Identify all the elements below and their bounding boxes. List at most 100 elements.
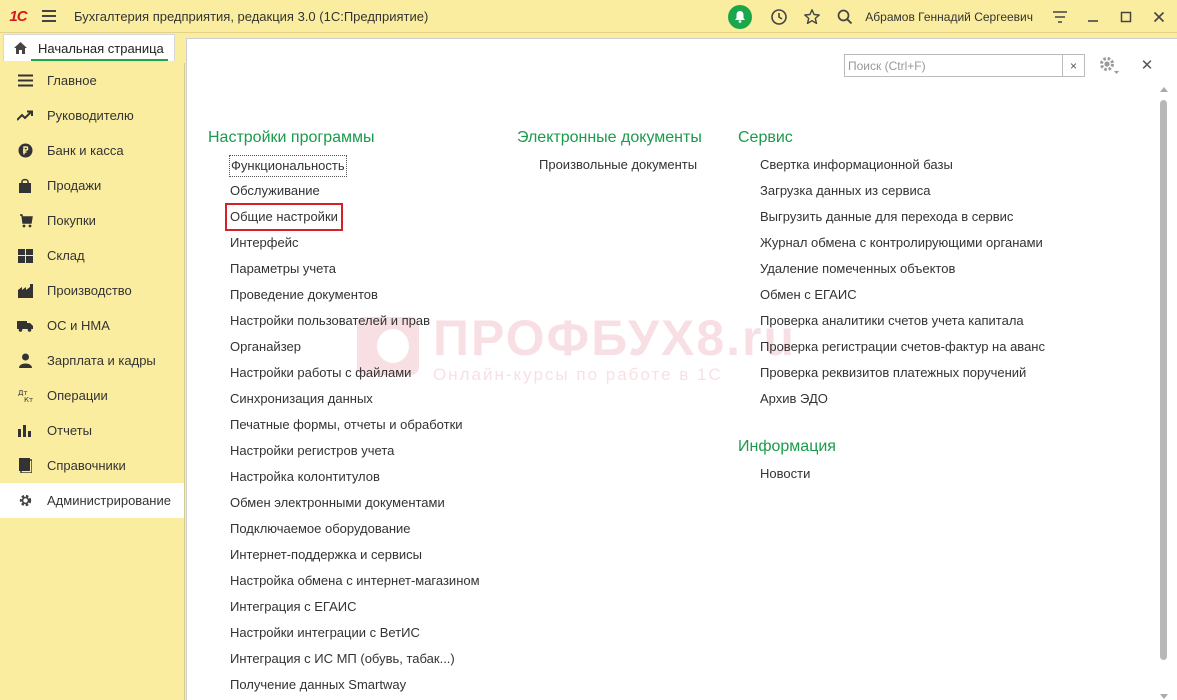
link-settings-14[interactable]: Подключаемое оборудование [208, 519, 481, 545]
link-label: Загрузка данных из сервиса [760, 183, 931, 198]
link-service-8[interactable]: Проверка реквизитов платежных поручений [738, 363, 1046, 389]
sidebar-item-administration[interactable]: Администрирование [0, 483, 184, 518]
sidebar-item-main[interactable]: Главное [0, 63, 184, 98]
link-info-0[interactable]: Новости [738, 464, 1046, 490]
link-settings-7[interactable]: Органайзер [208, 337, 481, 363]
link-settings-6[interactable]: Настройки пользователей и прав [208, 311, 481, 337]
sidebar-item-purchases[interactable]: Покупки [0, 203, 184, 238]
sidebar-item-director[interactable]: Руководителю [0, 98, 184, 133]
sidebar-item-label: Производство [47, 283, 132, 298]
vertical-scrollbar[interactable] [1157, 87, 1170, 699]
close-panel-icon[interactable]: ✕ [1138, 56, 1156, 74]
link-label: Проведение документов [230, 287, 378, 302]
link-service-6[interactable]: Проверка аналитики счетов учета капитала [738, 311, 1046, 337]
sidebar-item-bank[interactable]: Банк и касса [0, 133, 184, 168]
main-menu-button[interactable] [36, 0, 62, 33]
link-edocs-0[interactable]: Произвольные документы [517, 155, 702, 181]
settings-menu-icon[interactable] [1043, 0, 1076, 33]
link-settings-19[interactable]: Интеграция с ИС МП (обувь, табак...) [208, 649, 481, 675]
link-label: Органайзер [230, 339, 301, 354]
link-settings-17[interactable]: Интеграция с ЕГАИС [208, 597, 481, 623]
link-settings-16[interactable]: Настройка обмена с интернет-магазином [208, 571, 481, 597]
link-label: Проверка аналитики счетов учета капитала [760, 313, 1024, 328]
tab-home[interactable]: Начальная страница [3, 34, 175, 61]
link-settings-11[interactable]: Настройки регистров учета [208, 441, 481, 467]
link-settings-0[interactable]: Функциональность [208, 155, 481, 181]
link-label: Настройка обмена с интернет-магазином [230, 573, 480, 588]
sidebar-item-warehouse[interactable]: Склад [0, 238, 184, 273]
dt-kt-icon: Дт Кт [17, 388, 33, 404]
history-icon[interactable] [762, 0, 795, 33]
sidebar-item-catalogs[interactable]: Справочники [0, 448, 184, 483]
close-window-icon[interactable] [1142, 0, 1175, 33]
sidebar-item-operations[interactable]: Дт Кт Операции [0, 378, 184, 413]
link-service-3[interactable]: Журнал обмена с контролирующими органами [738, 233, 1046, 259]
sidebar-item-sales[interactable]: Продажи [0, 168, 184, 203]
link-settings-4[interactable]: Параметры учета [208, 259, 481, 285]
person-icon [17, 353, 33, 369]
truck-icon [17, 318, 33, 334]
link-service-9[interactable]: Архив ЭДО [738, 389, 1046, 415]
user-name[interactable]: Абрамов Геннадий Сергеевич [865, 10, 1033, 24]
favorites-star-icon[interactable] [795, 0, 828, 33]
link-label: Общие настройки [225, 203, 343, 231]
sidebar-item-assets[interactable]: ОС и НМА [0, 308, 184, 343]
sidebar-item-label: Продажи [47, 178, 102, 193]
link-settings-1[interactable]: Обслуживание [208, 181, 481, 207]
link-label: Проверка регистрации счетов-фактур на ав… [760, 339, 1045, 354]
link-settings-13[interactable]: Обмен электронными документами [208, 493, 481, 519]
shopping-bag-icon [17, 178, 33, 194]
svg-text:Кт: Кт [24, 396, 33, 403]
link-settings-15[interactable]: Интернет-поддержка и сервисы [208, 545, 481, 571]
search-clear-button[interactable]: × [1063, 54, 1085, 77]
link-service-2[interactable]: Выгрузить данные для перехода в сервис [738, 207, 1046, 233]
link-settings-18[interactable]: Настройки интеграции с ВетИС [208, 623, 481, 649]
scroll-thumb[interactable] [1160, 100, 1167, 660]
link-label: Настройки пользователей и прав [230, 313, 431, 328]
search-input[interactable]: Поиск (Ctrl+F) [844, 54, 1063, 77]
sidebar-item-production[interactable]: Производство [0, 273, 184, 308]
link-settings-2[interactable]: Общие настройки [208, 203, 481, 233]
link-label: Произвольные документы [539, 157, 698, 172]
cart-icon [17, 213, 33, 229]
scroll-down-arrow-icon[interactable] [1160, 694, 1168, 699]
link-service-0[interactable]: Свертка информационной базы [738, 155, 1046, 181]
link-label: Свертка информационной базы [760, 157, 953, 172]
link-label: Обмен с ЕГАИС [760, 287, 857, 302]
title-bar: 1С Бухгалтерия предприятия, редакция 3.0… [0, 0, 1177, 33]
link-settings-12[interactable]: Настройка колонтитулов [208, 467, 481, 493]
section-settings: Настройки программы Функциональность Обсл… [208, 127, 481, 700]
link-service-4[interactable]: Удаление помеченных объектов [738, 259, 1046, 285]
link-settings-8[interactable]: Настройки работы с файлами [208, 363, 481, 389]
minimize-icon[interactable] [1076, 0, 1109, 33]
link-label: Проверка реквизитов платежных поручений [760, 365, 1027, 380]
notifications-bell-icon[interactable] [728, 4, 753, 29]
link-service-1[interactable]: Загрузка данных из сервиса [738, 181, 1046, 207]
link-label: Интеграция с ИС МП (обувь, табак...) [230, 651, 455, 666]
1c-logo[interactable]: 1С [0, 0, 36, 33]
app-title: Бухгалтерия предприятия, редакция 3.0 (1… [74, 8, 429, 24]
sidebar-item-salary[interactable]: Зарплата и кадры [0, 343, 184, 378]
link-label: Удаление помеченных объектов [760, 261, 956, 276]
section-edocs: Электронные документы Произвольные докум… [517, 127, 702, 181]
content-panel: ПРОФБУХ8.ru Онлайн-курсы по работе в 1С … [186, 38, 1177, 700]
maximize-icon[interactable] [1109, 0, 1142, 33]
scroll-up-arrow-icon[interactable] [1160, 87, 1168, 92]
link-service-5[interactable]: Обмен с ЕГАИС [738, 285, 1046, 311]
link-settings-10[interactable]: Печатные формы, отчеты и обработки [208, 415, 481, 441]
link-settings-20[interactable]: Получение данных Smartway [208, 675, 481, 700]
link-settings-5[interactable]: Проведение документов [208, 285, 481, 311]
search-icon[interactable] [828, 0, 861, 33]
link-service-7[interactable]: Проверка регистрации счетов-фактур на ав… [738, 337, 1046, 363]
sidebar-item-reports[interactable]: Отчеты [0, 413, 184, 448]
panel-settings-gear-icon[interactable] [1095, 53, 1123, 79]
link-settings-3[interactable]: Интерфейс [208, 233, 481, 259]
factory-icon [17, 283, 33, 299]
sidebar-item-label: Зарплата и кадры [47, 353, 156, 368]
link-settings-9[interactable]: Синхронизация данных [208, 389, 481, 415]
link-label: Выгрузить данные для перехода в сервис [760, 209, 1014, 224]
link-label: Архив ЭДО [760, 391, 828, 406]
link-label: Настройка колонтитулов [230, 469, 380, 484]
sidebar-item-label: Справочники [47, 458, 126, 473]
link-label: Обслуживание [230, 183, 320, 198]
